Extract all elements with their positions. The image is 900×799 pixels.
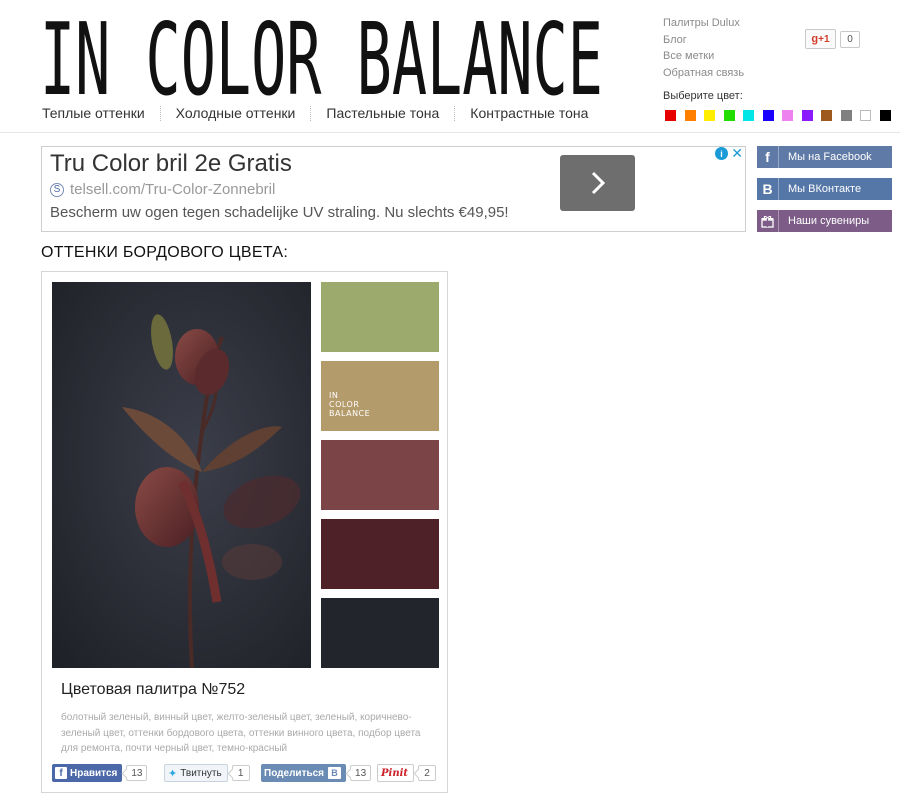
palette-swatch-5 — [321, 598, 439, 668]
nav-pastel[interactable]: Пастельные тона — [326, 105, 439, 121]
palette-swatch-3 — [321, 440, 439, 510]
fb-like-label: Нравится — [70, 767, 118, 779]
tweet-label: Твитнуть — [180, 767, 222, 779]
vk-share-count: 13 — [350, 765, 372, 781]
vk-icon: B — [328, 767, 342, 779]
color-picker — [665, 110, 899, 121]
color-swatch-8[interactable] — [801, 110, 813, 121]
color-swatch-6[interactable] — [762, 110, 774, 121]
palette-swatch-2: IN COLOR BALANCE — [321, 361, 439, 431]
section-title: ОТТЕНКИ БОРДОВОГО ЦВЕТА: — [41, 244, 289, 261]
ad-info-icon[interactable]: i — [715, 147, 728, 160]
link-blog[interactable]: Блог — [663, 32, 803, 49]
nav-contrast[interactable]: Контрастные тона — [470, 105, 588, 121]
color-swatch-1[interactable] — [665, 110, 676, 121]
vk-label: Мы ВКонтакте — [788, 183, 862, 195]
facebook-button[interactable]: f Мы на Facebook — [757, 146, 892, 168]
site-icon: S — [50, 182, 64, 197]
color-swatch-4[interactable] — [723, 110, 735, 121]
ad-banner[interactable]: Tru Color bril 2e Gratis S telsell.com/T… — [41, 145, 746, 232]
facebook-label: Мы на Facebook — [788, 151, 872, 163]
color-swatch-11[interactable] — [860, 110, 871, 121]
palette-swatch-4 — [321, 519, 439, 589]
pinit-button[interactable]: Pinit — [377, 764, 415, 782]
souvenirs-button[interactable]: Наши сувениры — [757, 210, 892, 232]
pinit-count: 2 — [418, 765, 437, 781]
twitter-icon: ✦ — [168, 767, 178, 780]
pinit-widget: Pinit 2 — [377, 764, 437, 782]
gplus-button[interactable]: g +1 — [805, 29, 836, 49]
tweet-widget: ✦ Твитнуть 1 — [164, 764, 250, 782]
chevron-right-icon — [591, 171, 605, 195]
gplus-g-icon: g — [811, 33, 819, 45]
ad-url[interactable]: S telsell.com/Tru-Color-Zonnebril — [50, 181, 275, 198]
ad-description: Bescherm uw ogen tegen schadelijke UV st… — [50, 204, 509, 221]
fb-like-widget: f Нравится 13 — [52, 764, 148, 782]
color-swatch-3[interactable] — [704, 110, 715, 121]
palette-card: IN COLOR BALANCE Цветовая палитра №752 б… — [41, 271, 448, 793]
souvenirs-label: Наши сувениры — [788, 215, 870, 227]
nav-cold[interactable]: Холодные оттенки — [176, 105, 296, 121]
tweet-button[interactable]: ✦ Твитнуть — [164, 764, 228, 782]
color-swatch-2[interactable] — [684, 110, 696, 121]
nav-warm[interactable]: Теплые оттенки — [42, 105, 145, 121]
link-dulux[interactable]: Палитры Dulux — [663, 15, 803, 32]
site-logo-text: IN COLOR BALANCE — [40, 10, 603, 96]
color-swatch-9[interactable] — [821, 110, 832, 121]
palette-swatch-1 — [321, 282, 439, 352]
facebook-icon: f — [55, 767, 67, 779]
gplus-count: 0 — [840, 31, 860, 48]
fb-like-count: 13 — [126, 765, 148, 781]
color-swatch-5[interactable] — [743, 110, 754, 121]
vk-share-button[interactable]: Поделиться B — [261, 764, 347, 782]
top-links: Палитры Dulux Блог Все метки Обратная св… — [663, 15, 803, 81]
gift-icon — [757, 210, 779, 232]
site-logo[interactable]: IN COLOR BALANCE — [40, 10, 605, 96]
palette-title[interactable]: Цветовая палитра №752 — [61, 681, 245, 699]
ad-open-button[interactable] — [560, 155, 635, 211]
orchid-photo[interactable] — [52, 282, 311, 668]
color-picker-label: Выберите цвет: — [663, 90, 743, 102]
color-swatch-12[interactable] — [879, 110, 891, 121]
facebook-icon: f — [757, 146, 779, 168]
link-all-tags[interactable]: Все метки — [663, 48, 803, 65]
vk-icon: B — [757, 178, 779, 200]
palette-watermark-logo: IN COLOR BALANCE — [329, 391, 371, 418]
nav-divider — [310, 105, 312, 121]
ad-title[interactable]: Tru Color bril 2e Gratis — [50, 150, 292, 178]
header-divider — [0, 132, 900, 133]
fb-like-button[interactable]: f Нравится — [52, 764, 123, 782]
ad-close-icon[interactable]: ✕ — [731, 145, 743, 162]
palette-tags[interactable]: болотный зеленый, винный цвет, желто-зел… — [61, 710, 431, 757]
color-swatch-10[interactable] — [840, 110, 852, 121]
nav-divider — [159, 105, 161, 121]
ad-url-text: telsell.com/Tru-Color-Zonnebril — [70, 181, 276, 198]
vk-share-label: Поделиться — [264, 767, 325, 779]
vk-button[interactable]: B Мы ВКонтакте — [757, 178, 892, 200]
tweet-count: 1 — [231, 765, 250, 781]
link-feedback[interactable]: Обратная связь — [663, 65, 803, 82]
vk-share-widget: Поделиться B 13 — [261, 764, 372, 782]
gplus-label: +1 — [818, 33, 830, 45]
nav-divider — [454, 105, 456, 121]
main-nav: Теплые оттенки Холодные оттенки Пастельн… — [42, 105, 588, 121]
color-swatch-7[interactable] — [782, 110, 793, 121]
